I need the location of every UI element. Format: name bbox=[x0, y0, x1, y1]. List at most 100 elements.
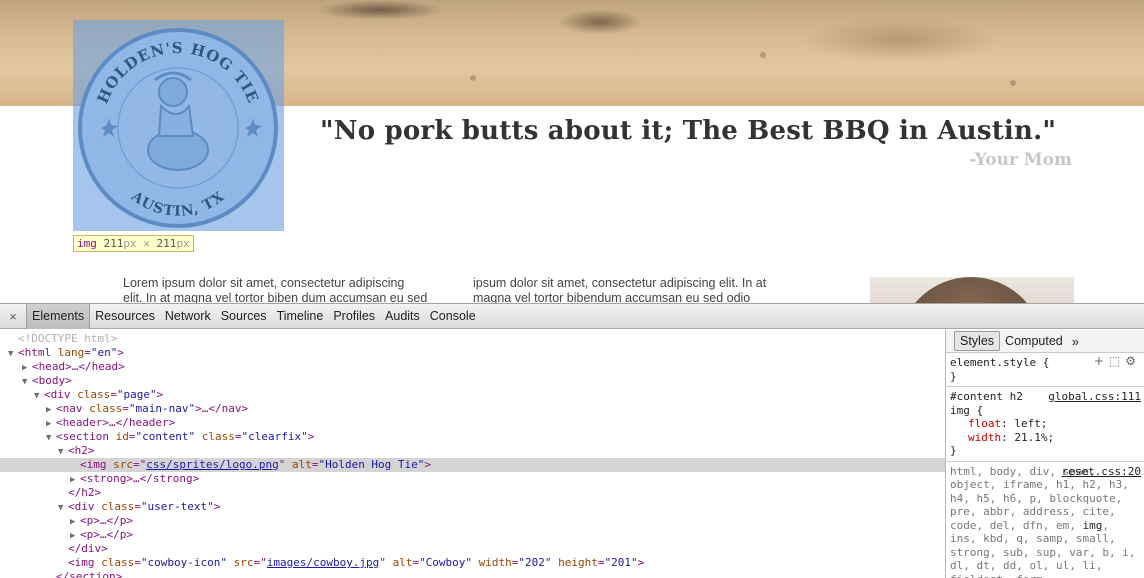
attr-name: alt bbox=[291, 458, 312, 471]
attr-name: height bbox=[558, 556, 598, 569]
tab-network[interactable]: Network bbox=[160, 304, 216, 329]
collapsed-triangle-icon[interactable]: ▶ bbox=[70, 529, 80, 543]
tab-resources[interactable]: Resources bbox=[90, 304, 160, 329]
attr-value: "Cowboy" bbox=[419, 556, 473, 569]
collapsed-triangle-icon[interactable]: ▶ bbox=[70, 473, 80, 487]
css-rule-reset: reset.css:20 html, body, div, span, obje… bbox=[946, 462, 1144, 578]
expanded-triangle-icon[interactable]: ▼ bbox=[58, 445, 68, 459]
tag-name: img bbox=[86, 458, 107, 471]
dom-node[interactable]: <img class="cowboy-icon" src="images/cow… bbox=[0, 556, 945, 570]
attr-name: class bbox=[201, 430, 235, 443]
dom-node[interactable]: ▶ <p>…</p> bbox=[0, 514, 945, 528]
node-text: <h2> bbox=[68, 444, 95, 457]
tab-console[interactable]: Console bbox=[425, 304, 481, 329]
logo-text-bottom: AUSTIN, TX bbox=[127, 188, 226, 220]
css-property[interactable]: width: 21.1%; bbox=[950, 431, 1141, 445]
node-text: </div> bbox=[68, 542, 108, 555]
tab-sources[interactable]: Sources bbox=[216, 304, 272, 329]
dom-node[interactable]: ▼ <div class="page"> bbox=[0, 388, 945, 402]
tab-profiles[interactable]: Profiles bbox=[328, 304, 380, 329]
close-icon[interactable]: × bbox=[0, 309, 26, 324]
tab-elements[interactable]: Elements bbox=[26, 303, 91, 329]
dom-node[interactable]: ▶ <head>…</head> bbox=[0, 360, 945, 374]
tagline-attribution: -Your Mom bbox=[969, 150, 1072, 170]
property-name: float bbox=[968, 417, 1002, 430]
collapsed-triangle-icon[interactable]: ▶ bbox=[46, 403, 56, 417]
src-link[interactable]: css/sprites/logo.png bbox=[146, 458, 278, 471]
dom-node[interactable]: ▼ <section id="content" class="clearfix"> bbox=[0, 430, 945, 444]
dom-node[interactable]: ▼ <h2> bbox=[0, 444, 945, 458]
tab-computed[interactable]: Computed bbox=[1000, 332, 1068, 350]
expanded-triangle-icon[interactable]: ▼ bbox=[58, 501, 68, 515]
node-text: <strong>…</strong> bbox=[80, 472, 200, 485]
attr-value: "page" bbox=[116, 388, 157, 401]
toggle-state-icon[interactable]: ⬚ bbox=[1109, 354, 1125, 368]
node-text: </h2> bbox=[68, 486, 102, 499]
attr-value: "content" bbox=[135, 430, 196, 443]
svg-text:AUSTIN, TX: AUSTIN, TX bbox=[127, 188, 227, 220]
attr-name: lang bbox=[57, 346, 85, 359]
site-logo[interactable]: HOLDEN'S HOG TIE AUSTIN, TX bbox=[73, 20, 284, 231]
tag-name: div bbox=[74, 500, 95, 513]
style-actions: +⬚⚙ bbox=[1094, 354, 1141, 369]
attr-name: class bbox=[101, 500, 135, 513]
styles-sidebar: Styles Computed » element.style { } +⬚⚙ … bbox=[945, 330, 1144, 578]
attr-name: src bbox=[113, 458, 133, 471]
dom-node[interactable]: <!DOCTYPE html> bbox=[0, 332, 945, 346]
dom-node[interactable]: ▶ <strong>…</strong> bbox=[0, 472, 945, 486]
dom-node[interactable]: ▼ <div class="user-text"> bbox=[0, 500, 945, 514]
logo-text-top: HOLDEN'S HOG TIE bbox=[94, 39, 262, 106]
expanded-triangle-icon[interactable]: ▼ bbox=[46, 431, 56, 445]
rule-selector-2: img { bbox=[950, 403, 984, 417]
expanded-triangle-icon[interactable]: ▼ bbox=[22, 375, 32, 389]
css-property[interactable]: float: left; bbox=[950, 417, 1141, 431]
rule-source-link[interactable]: global.css:111 bbox=[1048, 390, 1141, 404]
tooltip-width: 211 bbox=[103, 237, 124, 250]
dom-node[interactable]: ▼ <body> bbox=[0, 374, 945, 388]
tag-name: div bbox=[50, 388, 71, 401]
devtools-toolbar: × Elements Resources Network Sources Tim… bbox=[0, 303, 1144, 329]
dom-node[interactable]: </h2> bbox=[0, 486, 945, 500]
tab-timeline[interactable]: Timeline bbox=[272, 304, 329, 329]
selector-match: img bbox=[1082, 518, 1103, 532]
expanded-triangle-icon[interactable]: ▼ bbox=[8, 347, 18, 361]
dom-node[interactable]: ▼ <html lang="en"> bbox=[0, 346, 945, 360]
more-tabs-icon[interactable]: » bbox=[1068, 334, 1079, 349]
dom-node[interactable]: ▶ <header>…</header> bbox=[0, 416, 945, 430]
attr-name: alt bbox=[392, 556, 413, 569]
tag-name: html bbox=[24, 346, 52, 359]
logo-text-layer: HOLDEN'S HOG TIE AUSTIN, TX bbox=[94, 39, 262, 220]
attr-name: width bbox=[478, 556, 512, 569]
page-viewport: HOLDEN'S HOG TIE AUSTIN, TX img 211px × … bbox=[0, 0, 1144, 303]
collapsed-triangle-icon[interactable]: ▶ bbox=[70, 515, 80, 529]
element-size-tooltip: img 211px × 211px bbox=[73, 235, 194, 252]
dom-node[interactable]: </div> bbox=[0, 542, 945, 556]
user-text-column-2: ipsum dolor sit amet, consectetur adipis… bbox=[473, 276, 803, 303]
property-name: width bbox=[968, 430, 1002, 444]
attr-name: class bbox=[89, 402, 123, 415]
element-style-rule: element.style { } +⬚⚙ bbox=[946, 353, 1144, 387]
paragraph-line: elit. In at magna vel tortor biben dum a… bbox=[123, 291, 428, 303]
dom-node[interactable]: ▶ <p>…</p> bbox=[0, 528, 945, 542]
tag-name: img bbox=[74, 556, 95, 569]
rule-close: } bbox=[950, 369, 957, 383]
src-link[interactable]: images/cowboy.jpg bbox=[267, 556, 380, 569]
paragraph-line: Lorem ipsum dolor sit amet, consectetur … bbox=[123, 276, 405, 290]
collapsed-triangle-icon[interactable]: ▶ bbox=[46, 417, 56, 431]
tooltip-sep: × bbox=[143, 237, 150, 250]
tab-audits[interactable]: Audits bbox=[380, 304, 425, 329]
dom-tree: <!DOCTYPE html> ▼ <html lang="en"> ▶ <head… bbox=[0, 330, 945, 578]
dom-node[interactable]: </section> bbox=[0, 570, 945, 578]
tab-styles[interactable]: Styles bbox=[954, 331, 1001, 351]
add-rule-icon[interactable]: + bbox=[1094, 354, 1109, 368]
collapsed-triangle-icon[interactable]: ▶ bbox=[22, 361, 32, 375]
gear-icon[interactable]: ⚙ bbox=[1125, 354, 1141, 368]
devtools-panel: × Elements Resources Network Sources Tim… bbox=[0, 303, 1144, 578]
attr-value: "user-text" bbox=[140, 500, 214, 513]
expanded-triangle-icon[interactable]: ▼ bbox=[34, 389, 44, 403]
dom-node-selected[interactable]: <img src="css/sprites/logo.png" alt="Hol… bbox=[0, 458, 945, 472]
rule-source-link[interactable]: reset.css:20 bbox=[1062, 465, 1141, 479]
tag-name: nav bbox=[62, 402, 83, 415]
user-text-column-1: Lorem ipsum dolor sit amet, consectetur … bbox=[123, 276, 453, 303]
dom-node[interactable]: ▶ <nav class="main-nav">…</nav> bbox=[0, 402, 945, 416]
